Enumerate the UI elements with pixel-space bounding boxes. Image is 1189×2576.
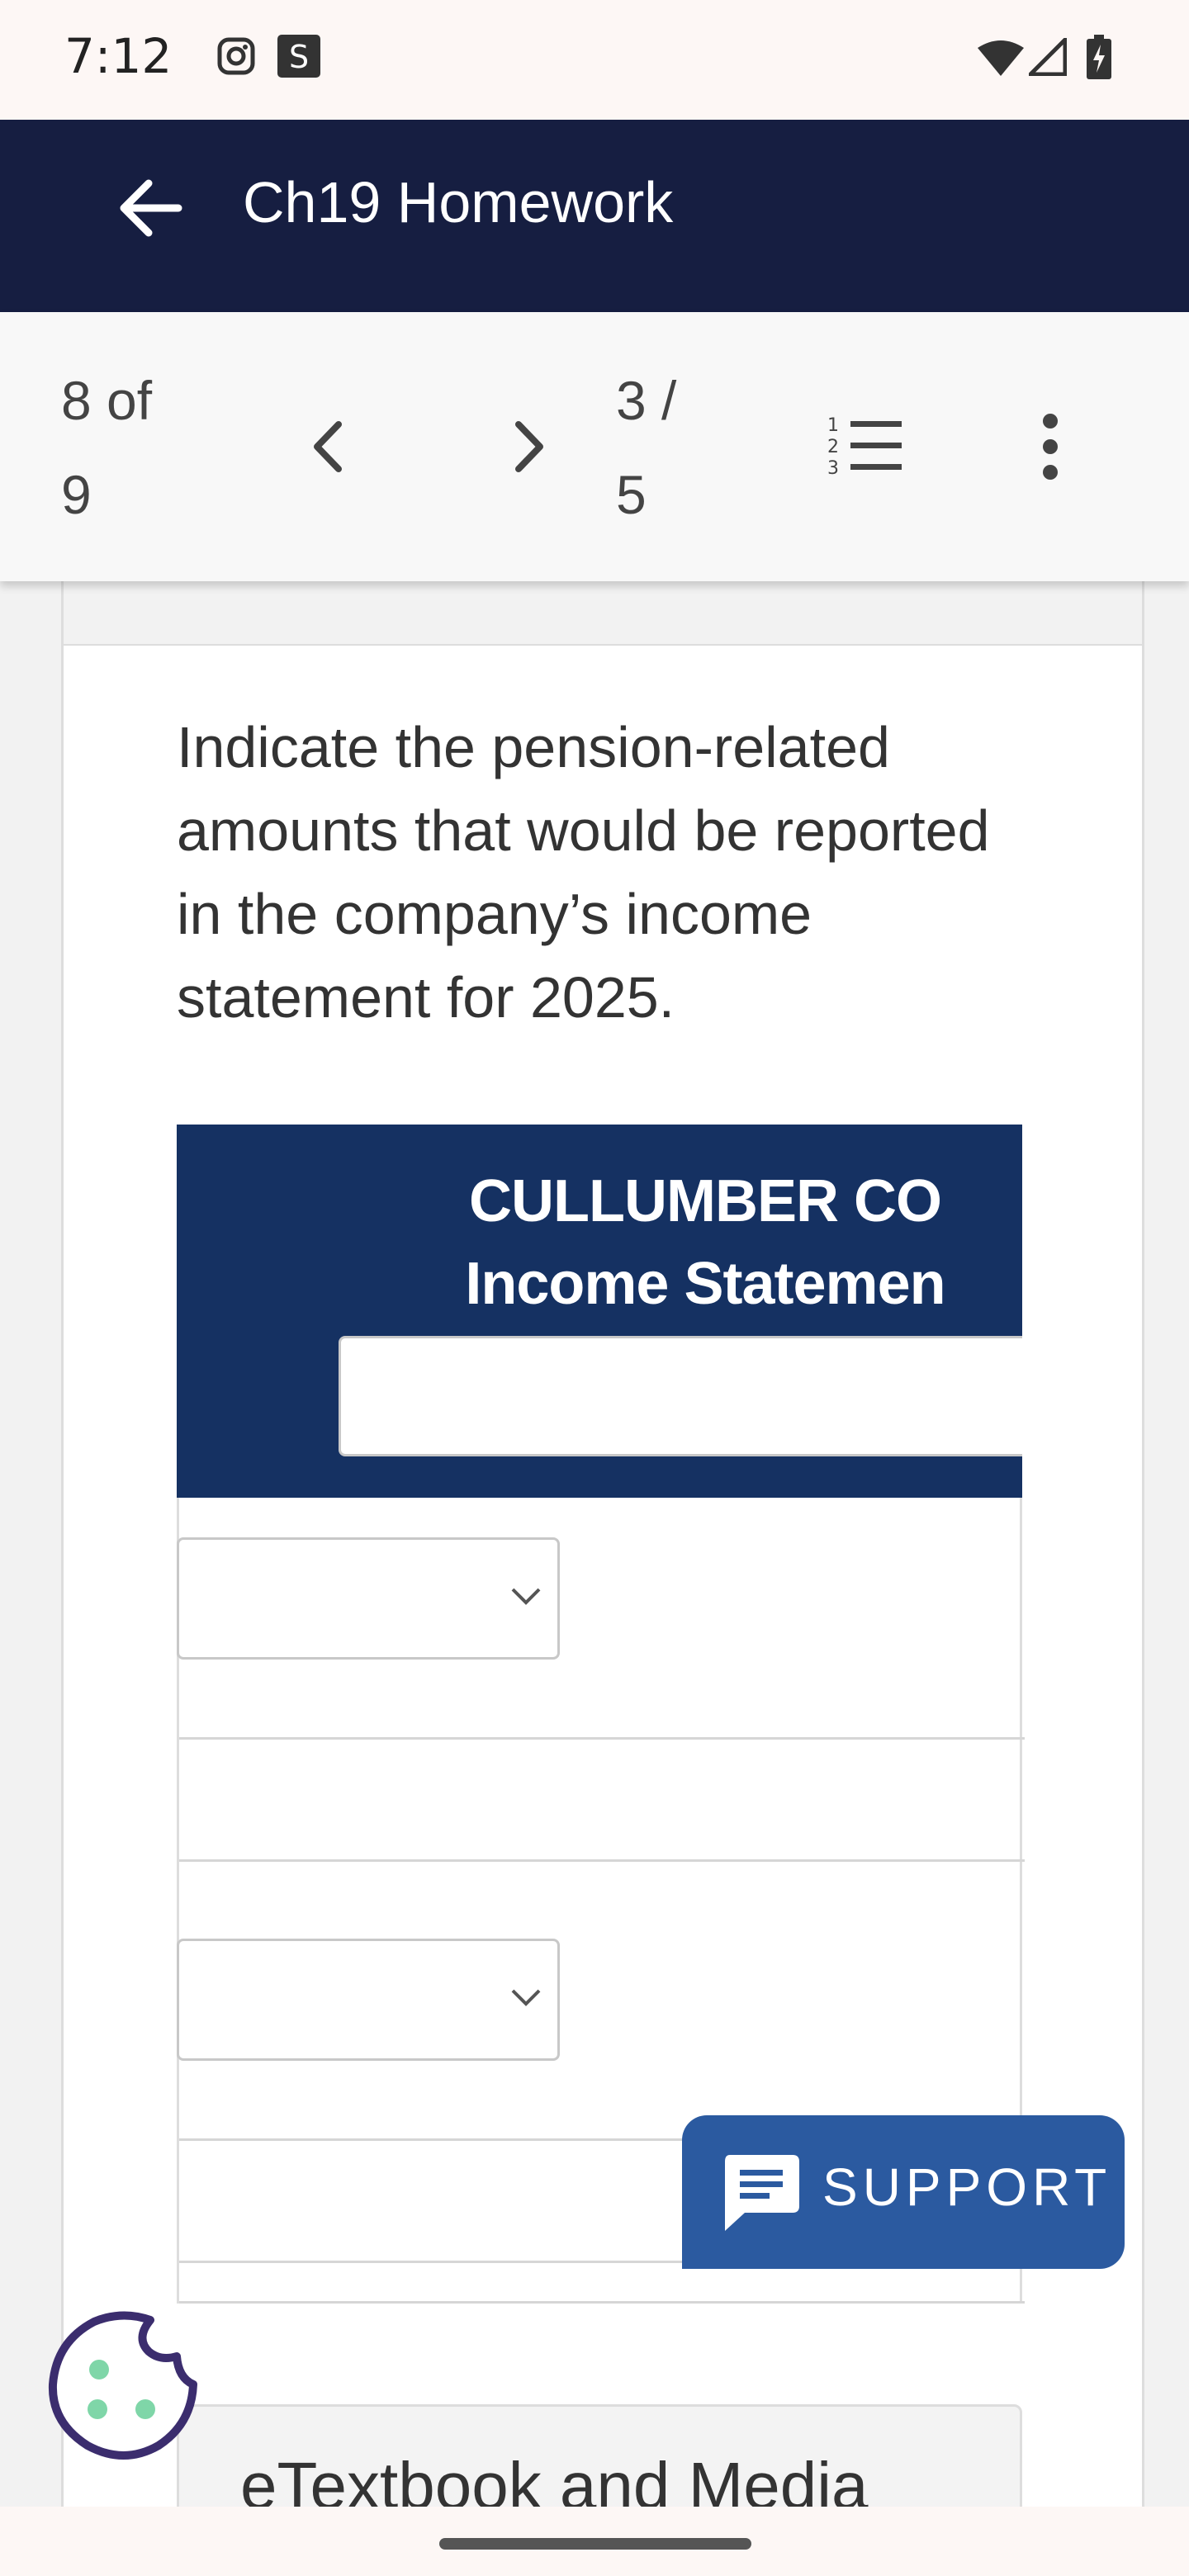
signal-icon: [1025, 34, 1068, 79]
part-position-line2: 5: [616, 464, 647, 525]
battery-charging-icon: [1087, 35, 1111, 83]
s-app-letter: S: [289, 39, 309, 75]
svg-text:2: 2: [827, 437, 839, 457]
part-position: 3 / 5: [616, 353, 676, 542]
row-divider: [179, 2301, 1025, 2304]
chat-bubble-icon: [720, 2152, 803, 2237]
row-divider: [179, 1859, 1025, 1862]
statement-header: CULLUMBER CO Income Statemen: [177, 1125, 1022, 1498]
navigation-bar: [0, 2507, 1189, 2576]
chevron-down-icon: [509, 1583, 542, 1611]
support-button[interactable]: SUPPORT: [682, 2115, 1125, 2269]
card-top-strip: [61, 581, 1144, 646]
statement-title: Income Statemen: [465, 1251, 945, 1317]
chevron-left-icon[interactable]: [306, 418, 352, 479]
account-select-2[interactable]: [177, 1939, 560, 2061]
svg-text:3: 3: [827, 458, 839, 479]
wifi-icon: [978, 40, 1024, 79]
question-text: Indicate the pension-related amounts tha…: [177, 715, 990, 1030]
chevron-down-icon: [509, 1984, 542, 2012]
s-app-icon: S: [277, 35, 320, 81]
instagram-icon: [216, 36, 256, 79]
row-divider: [179, 1737, 1025, 1740]
account-select-1[interactable]: [177, 1537, 560, 1660]
home-gesture-pill[interactable]: [439, 2538, 751, 2550]
cookie-icon[interactable]: [45, 2308, 198, 2465]
statement-company: CULLUMBER CO: [469, 1168, 942, 1234]
svg-text:1: 1: [827, 415, 839, 436]
numbered-list-icon[interactable]: 1 2 3: [826, 413, 905, 484]
more-vert-icon[interactable]: [1039, 411, 1062, 485]
amount-input-1[interactable]: [179, 1740, 1020, 1858]
chevron-right-icon[interactable]: [505, 418, 552, 479]
status-bar: 7:12 S: [0, 0, 1189, 120]
question-position: 8 of 9: [61, 353, 152, 542]
question-position-line1: 8 of: [61, 370, 153, 431]
app-bar: Ch19 Homework: [0, 120, 1189, 312]
statement-date-input[interactable]: [339, 1336, 1022, 1456]
arrow-left-icon[interactable]: [116, 173, 185, 246]
page-title: Ch19 Homework: [243, 170, 674, 234]
question-position-line2: 9: [61, 464, 92, 525]
support-label: SUPPORT: [822, 2157, 1112, 2217]
question-toolbar: 8 of 9 3 / 5 1 2 3: [0, 312, 1189, 581]
status-time: 7:12: [64, 28, 173, 84]
part-position-line1: 3 /: [616, 370, 677, 431]
